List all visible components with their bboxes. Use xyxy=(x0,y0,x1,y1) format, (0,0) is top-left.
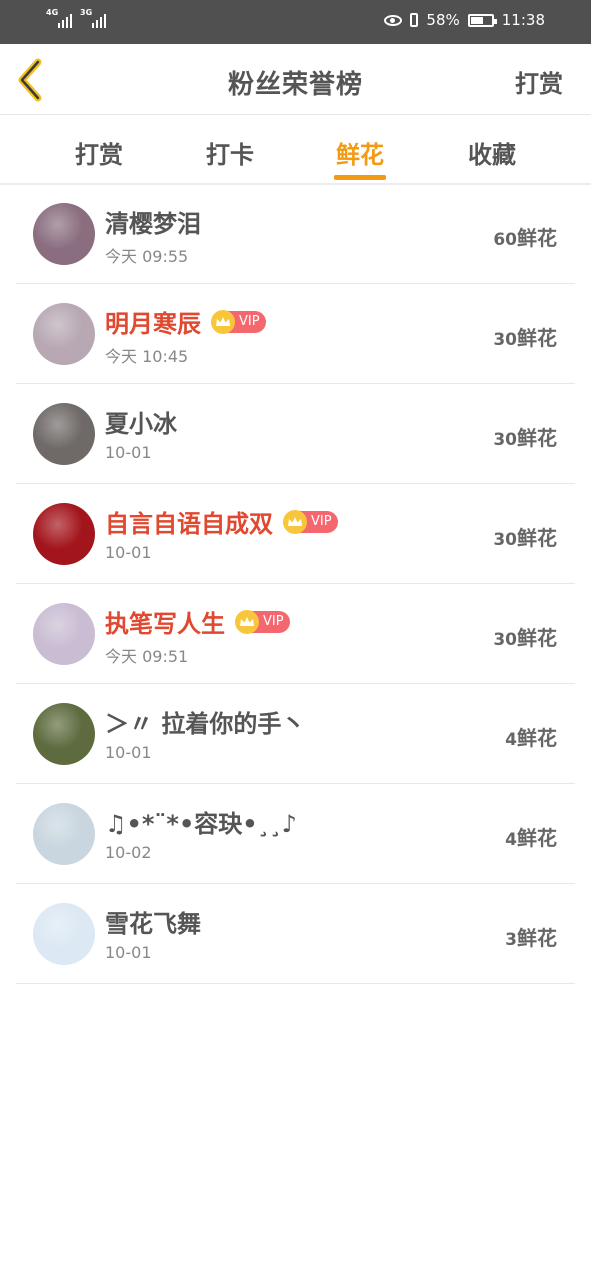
timestamp: 今天 09:55 xyxy=(105,247,189,266)
fan-name: ♫•*¨*•容玦•¸¸♪ xyxy=(105,804,297,839)
flower-count: 60鲜花 xyxy=(493,222,557,251)
header: 粉丝荣誉榜 打赏 xyxy=(0,44,591,115)
flower-unit: 鲜花 xyxy=(517,926,557,950)
fan-name: 清樱梦泪 xyxy=(105,204,201,239)
timestamp: 今天 10:45 xyxy=(105,347,189,366)
flower-count-number: 4 xyxy=(505,730,517,750)
timestamp: 10-01 xyxy=(105,943,152,962)
flower-count-number: 60 xyxy=(493,230,517,250)
fan-row[interactable]: 夏小冰 10-01 30鲜花 xyxy=(16,384,575,484)
tip-button[interactable]: 打赏 xyxy=(515,64,563,99)
flower-count: 4鲜花 xyxy=(505,722,557,751)
avatar[interactable] xyxy=(33,303,95,365)
fan-name: 夏小冰 xyxy=(105,404,177,439)
tab-flowers[interactable]: 鲜花 xyxy=(320,135,400,180)
fan-row[interactable]: ♫•*¨*•容玦•¸¸♪ 10-02 4鲜花 xyxy=(16,784,575,884)
flower-unit: 鲜花 xyxy=(517,826,557,850)
tab-tip[interactable]: 打赏 xyxy=(59,135,139,170)
clock: 11:38 xyxy=(501,11,545,29)
tab-checkin[interactable]: 打卡 xyxy=(190,135,270,170)
avatar[interactable] xyxy=(33,403,95,465)
fan-name-text: 明月寒辰 xyxy=(105,310,201,338)
avatar[interactable] xyxy=(33,803,95,865)
flower-count: 30鲜花 xyxy=(493,422,557,451)
timestamp: 10-01 xyxy=(105,743,152,762)
battery-icon xyxy=(467,13,497,27)
vip-label: VIP xyxy=(239,314,260,329)
signal-icon: 4G xyxy=(46,8,72,28)
fan-name: ＞〃 拉着你的手丶 xyxy=(105,704,305,739)
avatar[interactable] xyxy=(33,503,95,565)
fan-name-text: 自言自语自成双 xyxy=(105,510,273,538)
vip-badge: VIP xyxy=(283,509,338,534)
timestamp: 10-01 xyxy=(105,543,152,562)
fan-row[interactable]: 明月寒辰 VIP 今天 10:45 30鲜花 xyxy=(16,284,575,384)
flower-unit: 鲜花 xyxy=(517,626,557,650)
tab-label: 鲜花 xyxy=(336,141,384,169)
flower-count: 30鲜花 xyxy=(493,622,557,651)
flower-count-number: 30 xyxy=(493,630,517,650)
signal-icon-2: 3G xyxy=(80,8,106,28)
flower-count-number: 30 xyxy=(493,330,517,350)
fan-name-text: ♫•*¨*•容玦•¸¸♪ xyxy=(105,810,297,838)
tab-favorites[interactable]: 收藏 xyxy=(452,135,532,170)
fan-name-text: 执笔写人生 xyxy=(105,610,225,638)
fan-name-text: 雪花飞舞 xyxy=(105,910,201,938)
tab-label: 打卡 xyxy=(206,141,254,169)
fan-name-text: 夏小冰 xyxy=(105,410,177,438)
flower-unit: 鲜花 xyxy=(517,326,557,350)
fan-row[interactable]: 执笔写人生 VIP 今天 09:51 30鲜花 xyxy=(16,584,575,684)
page-title: 粉丝荣誉榜 xyxy=(227,70,363,100)
network-type-label-2: 3G xyxy=(80,8,93,17)
fan-name: 自言自语自成双 VIP xyxy=(105,504,338,539)
flower-count-number: 30 xyxy=(493,430,517,450)
status-bar: 4G 3G 58% 11:38 xyxy=(0,0,591,44)
eye-icon xyxy=(384,14,403,26)
avatar[interactable] xyxy=(33,203,95,265)
timestamp: 10-02 xyxy=(105,843,152,862)
vip-label: VIP xyxy=(311,514,332,529)
fan-name: 执笔写人生 VIP xyxy=(105,604,290,639)
fan-row[interactable]: ＞〃 拉着你的手丶 10-01 4鲜花 xyxy=(16,684,575,784)
fan-name-text: ＞〃 拉着你的手丶 xyxy=(105,710,306,738)
fan-row[interactable]: 清樱梦泪 今天 09:55 60鲜花 xyxy=(16,184,575,284)
avatar[interactable] xyxy=(33,903,95,965)
flower-unit: 鲜花 xyxy=(517,226,557,250)
tab-bar: 打赏 打卡 鲜花 收藏 xyxy=(0,115,591,185)
tab-label: 打赏 xyxy=(75,141,123,169)
timestamp: 今天 09:51 xyxy=(105,647,189,666)
fan-name: 明月寒辰 VIP xyxy=(105,304,266,339)
crown-icon xyxy=(283,509,307,534)
flower-count: 30鲜花 xyxy=(493,522,557,551)
battery-percent: 58% xyxy=(426,11,460,29)
avatar[interactable] xyxy=(33,603,95,665)
avatar[interactable] xyxy=(33,703,95,765)
fan-ranking-list: 清樱梦泪 今天 09:55 60鲜花 明月寒辰 VIP 今天 10:45 30鲜… xyxy=(16,184,575,984)
flower-count-number: 3 xyxy=(505,930,517,950)
crown-icon xyxy=(235,609,259,634)
vip-label: VIP xyxy=(263,614,284,629)
network-type-label: 4G xyxy=(46,8,59,17)
flower-count: 4鲜花 xyxy=(505,822,557,851)
tab-label: 收藏 xyxy=(468,141,516,169)
active-tab-indicator xyxy=(334,175,386,180)
fan-name-text: 清樱梦泪 xyxy=(105,210,201,238)
vibrate-icon xyxy=(410,13,419,27)
flower-count-number: 30 xyxy=(493,530,517,550)
flower-count: 3鲜花 xyxy=(505,922,557,951)
flower-count: 30鲜花 xyxy=(493,322,557,351)
vip-badge: VIP xyxy=(235,609,290,634)
timestamp: 10-01 xyxy=(105,443,152,462)
fan-name: 雪花飞舞 xyxy=(105,904,201,939)
flower-unit: 鲜花 xyxy=(517,526,557,550)
fan-row[interactable]: 雪花飞舞 10-01 3鲜花 xyxy=(16,884,575,984)
flower-count-number: 4 xyxy=(505,830,517,850)
crown-icon xyxy=(211,309,235,334)
flower-unit: 鲜花 xyxy=(517,426,557,450)
vip-badge: VIP xyxy=(211,309,266,334)
flower-unit: 鲜花 xyxy=(517,726,557,750)
fan-row[interactable]: 自言自语自成双 VIP 10-01 30鲜花 xyxy=(16,484,575,584)
